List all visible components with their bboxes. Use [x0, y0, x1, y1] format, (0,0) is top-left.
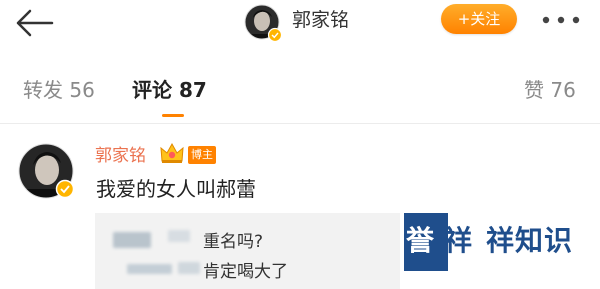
reply-username-blurred	[113, 232, 151, 248]
tab-like[interactable]: 赞 76	[524, 78, 576, 102]
reply-username-blurred	[168, 230, 190, 242]
tab-comment[interactable]: 评论 87	[132, 78, 207, 102]
tab-comment-count: 87	[178, 78, 207, 102]
follow-button[interactable]: +关注	[441, 4, 517, 34]
reply-username-blurred	[178, 262, 200, 274]
comment-text: 我爱的女人叫郝蕾	[96, 177, 256, 201]
reply-item-1: 重名吗?	[203, 232, 264, 252]
comment-avatar[interactable]	[18, 143, 76, 201]
tab-like-count: 76	[550, 78, 576, 102]
back-button[interactable]	[12, 8, 56, 38]
header-profile-name[interactable]: 郭家铭	[292, 9, 349, 31]
tab-repost[interactable]: 转发 56	[23, 78, 95, 102]
more-dots-icon	[542, 16, 580, 24]
verified-badge-icon	[267, 27, 283, 43]
header-avatar[interactable]	[244, 4, 283, 43]
tab-repost-count: 56	[69, 78, 95, 102]
back-arrow-icon	[16, 9, 54, 37]
tab-like-label: 赞	[524, 78, 544, 102]
tab-repost-label: 转发	[23, 78, 63, 102]
tabs-divider	[0, 123, 600, 124]
more-button[interactable]	[538, 8, 584, 32]
watermark-text-3: 祥知识	[486, 224, 574, 257]
active-tab-indicator	[162, 114, 184, 117]
tab-comment-label: 评论	[132, 78, 172, 102]
reply-item-2: 肯定喝大了	[203, 262, 288, 282]
watermark-text-1: 誉	[406, 224, 435, 257]
comment-author-name[interactable]: 郭家铭	[95, 146, 146, 166]
crown-icon	[159, 141, 185, 165]
verified-badge-icon	[55, 179, 75, 199]
blogger-badge: 博主	[188, 146, 216, 164]
reply-username-blurred	[127, 264, 172, 274]
watermark-text-2: 祥	[444, 224, 473, 257]
